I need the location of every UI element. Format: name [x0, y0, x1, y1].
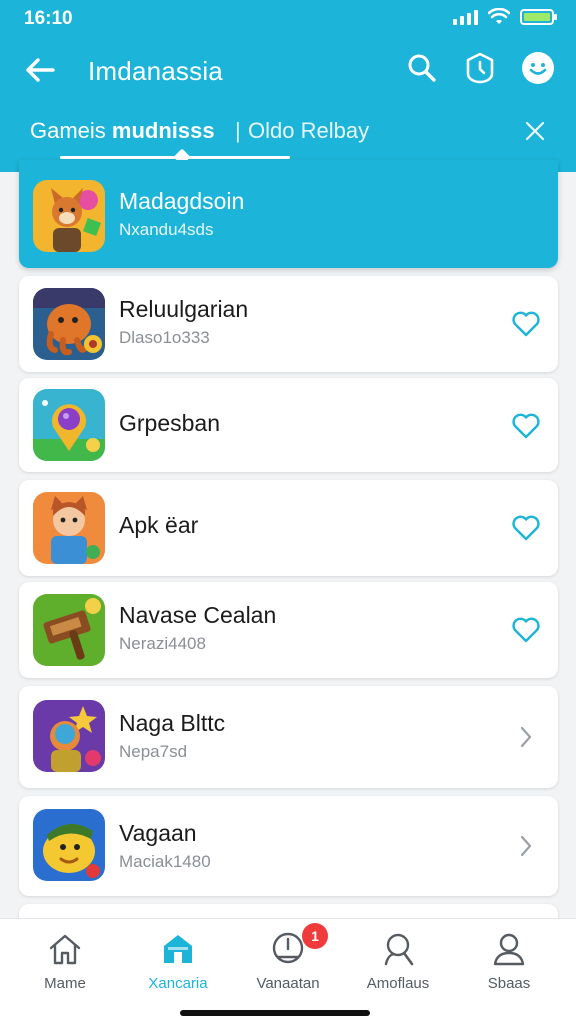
item-subtitle: Maciak1480 [119, 852, 211, 871]
item-subtitle: Dlaso1o333 [119, 328, 210, 347]
status-bar: 16:10 [0, 0, 576, 36]
home-indicator[interactable] [180, 1010, 370, 1016]
nav-profile-label: Sbaas [487, 975, 531, 992]
favorite-button[interactable] [510, 308, 542, 340]
notification-badge: 1 [302, 923, 328, 949]
nav-store-label: Xancaria [148, 975, 208, 992]
status-time: 16:10 [24, 8, 73, 29]
tab-games-strong: mudnisss [111, 118, 215, 143]
timer-shield-icon [466, 52, 494, 84]
list-item[interactable]: Navase Cealan Nerazi4408 [19, 582, 558, 678]
search-person-icon [384, 933, 414, 966]
item-subtitle: Nepa7sd [119, 742, 188, 761]
item-name: Apk ëar [119, 512, 199, 538]
item-name: Navase Cealan [119, 602, 277, 628]
nav-search[interactable]: Amoflaus [343, 929, 453, 992]
face-icon [522, 52, 554, 84]
nav-activity-label: Vanaatan [256, 975, 320, 992]
gem-map-thumb [33, 389, 105, 461]
nav-bar: Imdanassia [0, 44, 576, 96]
close-icon [525, 121, 545, 141]
home-icon [49, 934, 81, 965]
app-header: 16:10 Imdanassia Gameis mudnisss | Oldo … [0, 0, 576, 172]
fox-game-thumb [33, 180, 105, 252]
bottom-nav: Mame Xancaria 1 Vanaatan Amoflaus Sbaas [0, 918, 576, 1024]
list-item[interactable]: Grpesban [19, 378, 558, 472]
item-name: Naga Blttc [119, 710, 226, 736]
chevron-right-icon [520, 726, 532, 748]
timer-button[interactable] [462, 50, 498, 86]
list-item[interactable]: Madagdsoin Nxandu4sds [19, 160, 558, 268]
heart-icon [512, 617, 540, 643]
item-subtitle: Nxandu4sds [119, 220, 214, 239]
store-icon [164, 935, 192, 963]
battery-icon [520, 9, 557, 25]
open-button[interactable] [510, 721, 542, 753]
favorite-button[interactable] [510, 512, 542, 544]
heart-icon [512, 311, 540, 337]
nav-home[interactable]: Mame [10, 929, 120, 992]
hero-character-thumb [33, 700, 105, 772]
item-name: Madagdsoin [119, 188, 245, 214]
tab-separator: | [235, 118, 241, 143]
open-button[interactable] [510, 830, 542, 862]
tab-games[interactable]: Gameis mudnisss [30, 118, 215, 144]
nav-home-label: Mame [44, 975, 86, 992]
octopus-game-thumb [33, 288, 105, 360]
close-button[interactable] [522, 118, 548, 144]
nav-search-label: Amoflaus [366, 975, 430, 992]
tab-games-prefix: Gameis [30, 118, 106, 143]
list-item[interactable]: Reluulgarian Dlaso1o333 [19, 276, 558, 372]
item-name: Grpesban [119, 410, 221, 436]
search-button[interactable] [404, 50, 440, 86]
boy-character-thumb [33, 492, 105, 564]
heart-icon [512, 413, 540, 439]
nav-store[interactable]: Xancaria [123, 929, 233, 992]
list-item[interactable]: Naga Blttc Nepa7sd [19, 686, 558, 788]
back-arrow-icon [26, 58, 55, 82]
wifi-icon [488, 8, 510, 24]
account-button[interactable] [520, 50, 556, 86]
profile-icon [493, 933, 525, 966]
nav-actions [404, 50, 556, 86]
item-name: Vagaan [119, 820, 197, 846]
heart-icon [512, 515, 540, 541]
status-icons [453, 8, 557, 26]
hammer-game-thumb [33, 594, 105, 666]
chevron-right-icon [520, 835, 532, 857]
favorite-button[interactable] [510, 614, 542, 646]
search-icon [408, 54, 436, 82]
clock-icon [272, 932, 304, 964]
nav-profile[interactable]: Sbaas [454, 929, 564, 992]
tab-other[interactable]: Oldo Relbay [248, 118, 369, 144]
back-button[interactable] [22, 52, 58, 88]
tab-bar: Gameis mudnisss | Oldo Relbay [0, 106, 576, 166]
list-item[interactable]: Vagaan Maciak1480 [19, 796, 558, 896]
page-title: Imdanassia [88, 56, 223, 86]
nav-activity[interactable]: 1 Vanaatan [233, 923, 343, 992]
favorite-button[interactable] [510, 410, 542, 442]
list-item[interactable]: Apk ëar [19, 480, 558, 576]
item-name: Reluulgarian [119, 296, 249, 322]
yellow-bird-thumb [33, 809, 105, 881]
signal-icon [453, 9, 478, 25]
item-subtitle: Nerazi4408 [119, 634, 206, 653]
